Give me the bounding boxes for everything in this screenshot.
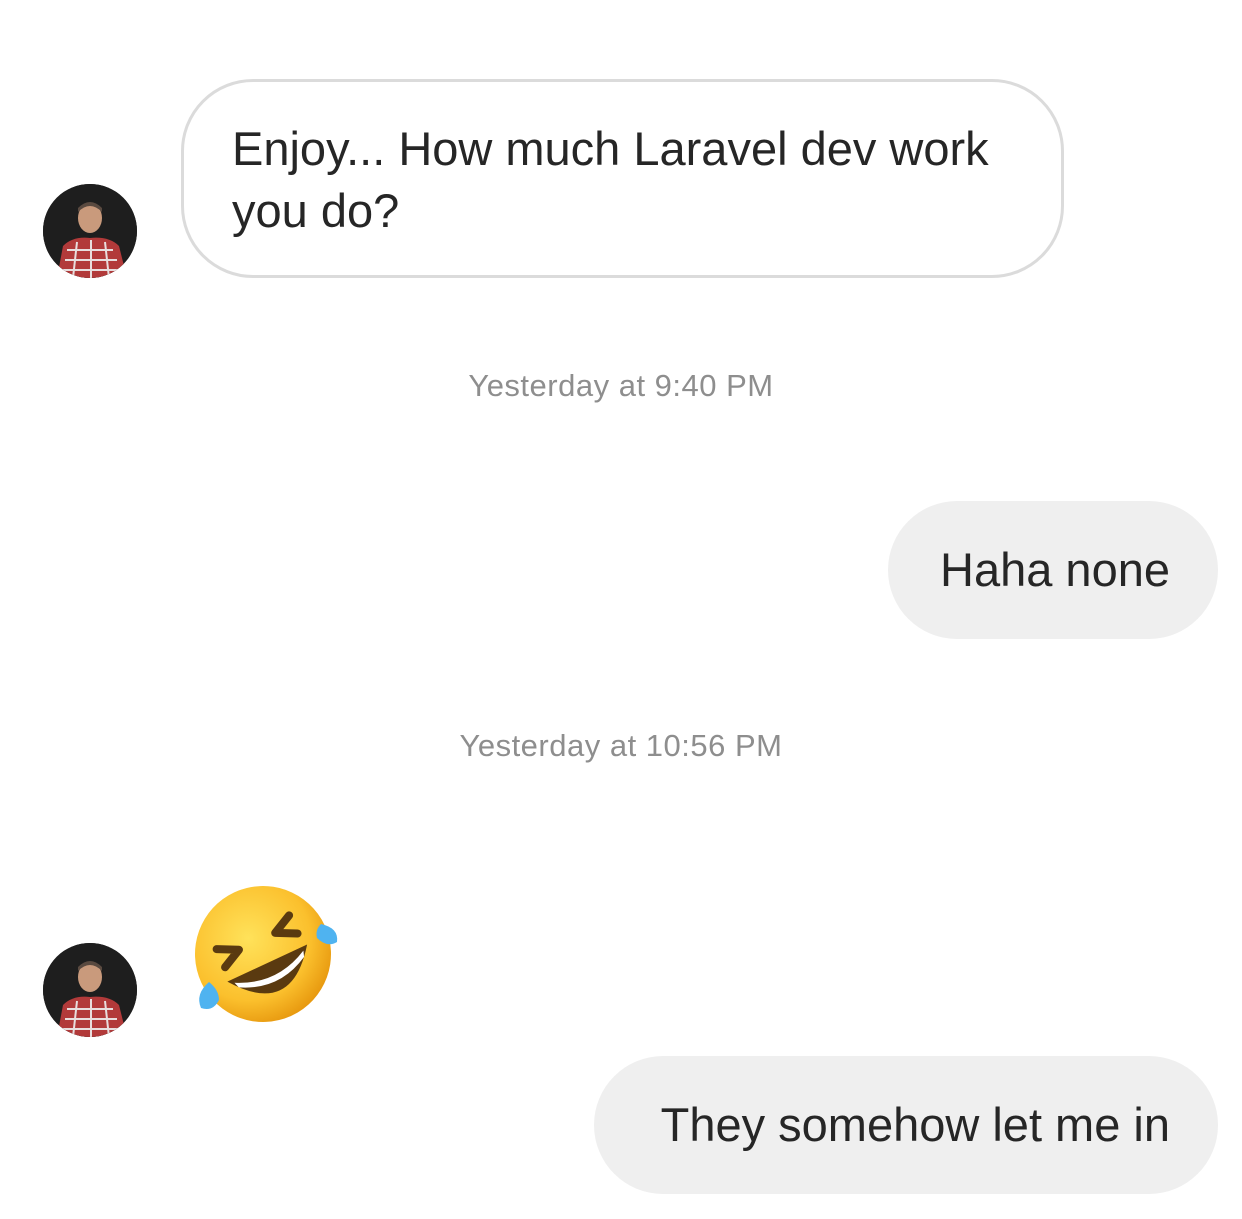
- outgoing-message-bubble[interactable]: They somehow let me in: [594, 1056, 1218, 1194]
- sender-avatar[interactable]: [43, 184, 137, 278]
- emoji-message[interactable]: [189, 884, 341, 1030]
- message-text: Haha none: [940, 543, 1170, 596]
- avatar-photo-icon: [43, 184, 137, 278]
- outgoing-message-bubble[interactable]: Haha none: [888, 501, 1218, 639]
- sender-avatar[interactable]: [43, 943, 137, 1037]
- message-text: Enjoy... How much Laravel dev work you d…: [232, 122, 989, 237]
- rolling-on-the-floor-laughing-icon: [195, 886, 338, 1022]
- message-text: They somehow let me in: [660, 1098, 1170, 1151]
- avatar-photo-icon: [43, 943, 137, 1037]
- message-timestamp: Yesterday at 10:56 PM: [459, 728, 783, 763]
- incoming-message-bubble[interactable]: Enjoy... How much Laravel dev work you d…: [181, 79, 1064, 278]
- message-timestamp: Yesterday at 9:40 PM: [468, 368, 774, 403]
